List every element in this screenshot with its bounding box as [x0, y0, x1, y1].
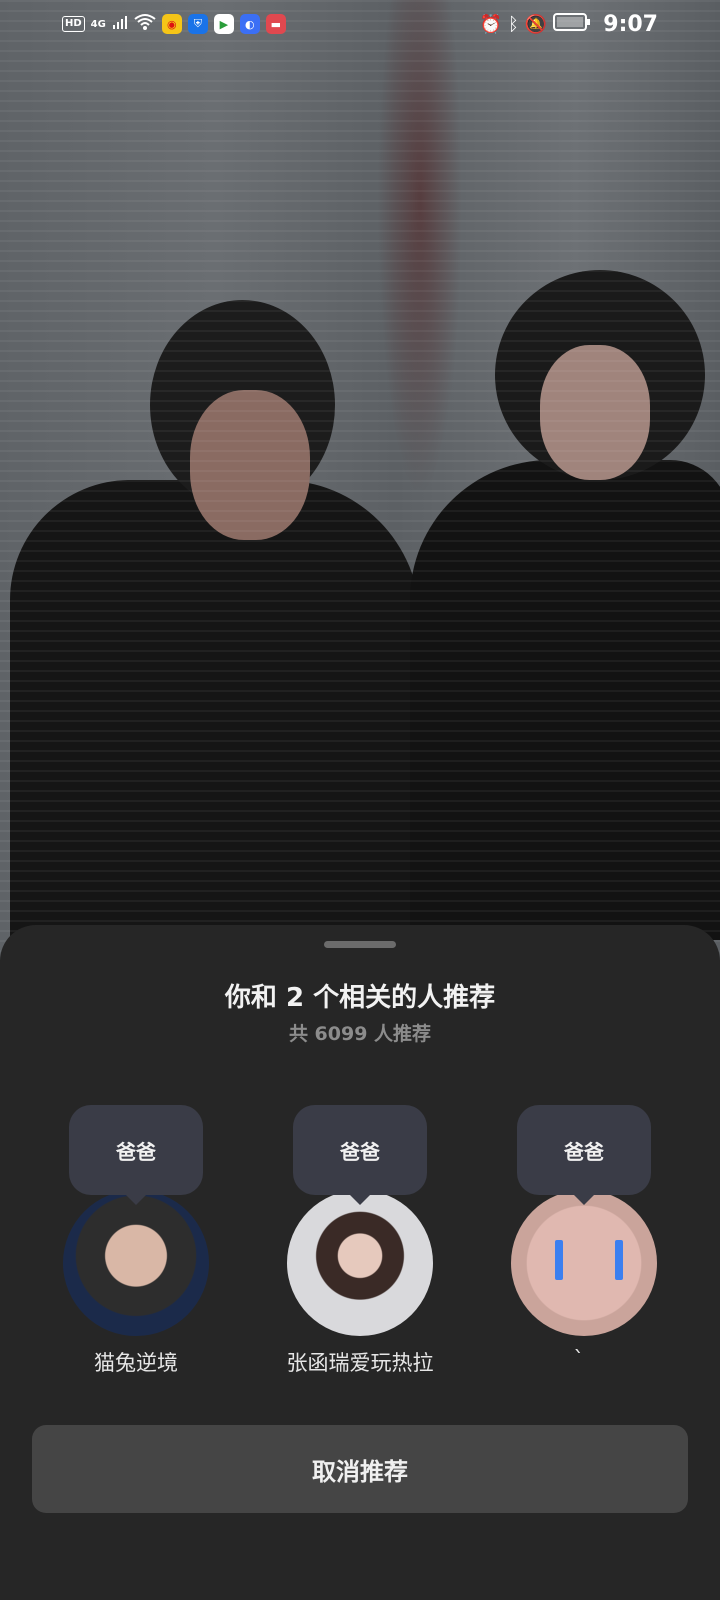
browser-app-icon: ◐: [239, 14, 260, 34]
tear-mark: [555, 1240, 563, 1280]
sheet-title: 你和 2 个相关的人推荐: [224, 983, 496, 1013]
mute-icon: 🔕: [524, 13, 548, 35]
recommender-name[interactable]: 猫兔逆境: [36, 1347, 236, 1377]
bluetooth-icon: ᛒ: [508, 13, 519, 35]
signal-icon: [112, 14, 128, 34]
photo-person-left-head: [150, 300, 335, 510]
photo-person-left-body: [10, 480, 420, 940]
video-app-icon: ▶: [213, 14, 234, 34]
tear-mark: [615, 1240, 623, 1280]
recommender-name[interactable]: ̀: [484, 1347, 684, 1371]
weibo-icon: ◉: [161, 14, 182, 34]
photo-person-right-face: [540, 345, 650, 480]
network-type: 4G: [90, 18, 106, 30]
background-photo: [0, 0, 720, 960]
recommender-item[interactable]: 爸爸 张函瑞爱玩热拉: [280, 1105, 440, 1375]
photo-person-right-head: [495, 270, 705, 480]
photo-person-left-face: [190, 390, 310, 540]
avatar[interactable]: [511, 1190, 657, 1336]
sheet-subtitle: 共 6099 人推荐: [288, 1023, 432, 1045]
hd-icon: HD: [62, 16, 85, 32]
drag-handle[interactable]: [324, 941, 396, 948]
red-app-icon: ▬: [265, 14, 286, 34]
battery-icon: [553, 12, 591, 36]
avatar[interactable]: [287, 1190, 433, 1336]
recommendation-sheet: 你和 2 个相关的人推荐 共 6099 人推荐 爸爸 猫兔逆境 爸爸 张函瑞爱玩…: [0, 925, 720, 1600]
alarm-icon: ⏰: [479, 13, 503, 35]
clock: 9:07: [603, 11, 658, 37]
photo-person-right-body: [410, 460, 720, 940]
relation-bubble: 爸爸: [69, 1105, 203, 1205]
cancel-recommend-button[interactable]: 取消推荐: [32, 1425, 688, 1513]
status-bar: HD 4G ◉ ⛨ ▶ ◐ ▬ ⏰ ᛒ 🔕 9:07: [0, 0, 720, 48]
recommender-item[interactable]: 爸爸 ̀: [504, 1105, 664, 1336]
recommender-name[interactable]: 张函瑞爱玩热拉: [260, 1347, 460, 1377]
avatar[interactable]: [63, 1190, 209, 1336]
shield-app-icon: ⛨: [187, 14, 208, 34]
status-bar-right: ⏰ ᛒ 🔕 9:07: [480, 12, 658, 37]
relation-bubble: 爸爸: [293, 1105, 427, 1205]
recommender-item[interactable]: 爸爸 猫兔逆境: [56, 1105, 216, 1375]
relation-bubble: 爸爸: [517, 1105, 651, 1205]
status-bar-left: HD 4G ◉ ⛨ ▶ ◐ ▬: [62, 13, 286, 35]
wifi-icon: [134, 13, 156, 35]
